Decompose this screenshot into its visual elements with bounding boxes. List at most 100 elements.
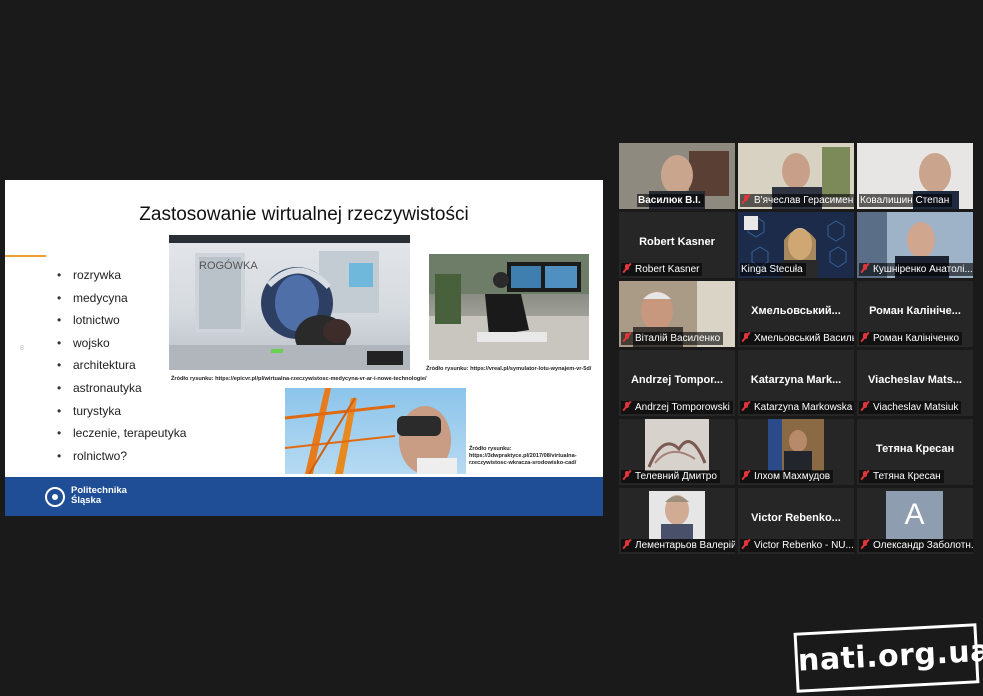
participant-big-name: Тетяна Кресан [875,443,955,455]
participant-name-label: Kinga Stecuła [740,263,806,276]
participant-tile[interactable]: Лементарьов Валерій [619,488,735,554]
muted-mic-icon [622,332,632,342]
participant-tile[interactable]: Ковалишин Степан [857,143,973,209]
slide-number: 8 [20,345,24,352]
participant-tile[interactable]: Andrzej Tompor... Andrzej Tomporowski [619,350,735,416]
bullet-item: rozrywka [57,264,186,287]
participant-name-label: Лементарьов Валерій [621,539,735,552]
participant-name-label: Ковалишин Степан [859,194,953,207]
participant-name: Victor Rebenko - NU... [754,540,854,551]
muted-mic-icon [860,539,870,549]
bullet-item: medycyna [57,287,186,310]
participant-name-label: Василюк В.І. [637,194,704,207]
participant-name: Ковалишин Степан [860,195,950,206]
participant-tile[interactable]: В'ячеслав Герасимен... [738,143,854,209]
participant-big-name: Robert Kasner [639,236,715,248]
participant-name-label: Хмельовський Василь [740,332,854,345]
participant-name-label: Victor Rebenko - NU... [740,539,854,552]
title-accent-line [5,255,46,257]
university-logo-text: Politechnika Śląska [71,486,127,506]
muted-mic-icon [622,539,632,549]
bullet-item: architektura [57,354,186,377]
participant-name: Лементарьов Валерій [635,540,735,551]
muted-mic-icon [741,332,751,342]
bullet-item: lotnictwo [57,309,186,332]
participant-tile[interactable]: Телевний Дмитро [619,419,735,485]
participant-name: Тетяна Кресан [873,471,941,482]
vr-sign-text: ROGÓWKA [199,259,258,272]
muted-mic-icon [622,470,632,480]
participant-name: Віталій Василенко [635,333,721,344]
participant-name-label: Роман Калініченко [859,332,963,345]
participant-name: Василюк В.І. [638,195,701,206]
participant-big-name: Роман Калініче... [869,305,961,317]
flight-simulator-caption: Źródło rysunku: https://vreal.pl/symulat… [426,366,592,372]
participant-tile[interactable]: Robert Kasner Robert Kasner [619,212,735,278]
crane-vr-image [285,388,466,474]
logo-line-2: Śląska [71,495,102,506]
participant-name: Andrzej Tomporowski [635,402,730,413]
muted-mic-icon [860,332,870,342]
participant-name-label: Viacheslav Matsiuk [859,401,962,414]
watermark-text: nati.org.ua [797,633,983,679]
muted-mic-icon [622,401,632,411]
participant-name-label: В'ячеслав Герасимен... [740,194,854,207]
participant-big-name: Katarzyna Mark... [750,374,842,386]
participant-name-label: Тетяна Кресан [859,470,944,483]
muted-mic-icon [741,470,751,480]
participant-name: Katarzyna Markowska [754,402,853,413]
bullet-item: wojsko [57,332,186,355]
participant-name: Kinga Stecuła [741,264,803,275]
participant-name: Олександр Заболотн... [873,540,973,551]
muted-mic-icon [741,194,751,204]
muted-mic-icon [860,401,870,411]
participant-tile[interactable]: A Олександр Заболотн... [857,488,973,554]
participant-tile[interactable]: Хмельовський... Хмельовський Василь [738,281,854,347]
muted-mic-icon [860,263,870,273]
participant-name: В'ячеслав Герасимен... [754,195,854,206]
bullet-item: turystyka [57,400,186,423]
participant-big-name: Victor Rebenko... [751,512,841,524]
participant-name-label: Віталій Василенко [621,332,724,345]
participant-name: Viacheslav Matsiuk [873,402,959,413]
participant-tile[interactable]: Тетяна Кресан Тетяна Кресан [857,419,973,485]
participant-tile[interactable]: Роман Калініче... Роман Калініченко [857,281,973,347]
participant-name: Robert Kasner [635,264,700,275]
participant-tile[interactable]: Ілхом Махмудов [738,419,854,485]
participant-tile-active-speaker[interactable]: Kinga Stecuła [738,212,854,278]
participant-name: Роман Калініченко [873,333,960,344]
participant-name-label: Andrzej Tomporowski [621,401,733,414]
bullet-item: rolnictwo? [57,445,186,468]
shared-slide: Zastosowanie wirtualnej rzeczywistości 8… [5,180,603,516]
participant-tile[interactable]: Кушніренко Анатолі... [857,212,973,278]
flight-simulator-image [429,254,589,360]
bullet-item: astronautyka [57,377,186,400]
participant-name-label: Кушніренко Анатолі... [859,263,973,276]
participant-tile[interactable]: Віталій Василенко [619,281,735,347]
participant-name-label: Телевний Дмитро [621,470,720,483]
participant-name: Кушніренко Анатолі... [873,264,973,275]
muted-mic-icon [741,401,751,411]
muted-mic-icon [860,470,870,480]
participant-name: Ілхом Махмудов [754,471,831,482]
participant-name: Хмельовський Василь [754,333,854,344]
participant-name-label: Олександр Заболотн... [859,539,973,552]
participant-tile[interactable]: Katarzyna Mark... Katarzyna Markowska [738,350,854,416]
vr-surgery-caption: Źródło rysunku: https://epicvr.pl/pl/wir… [171,376,427,382]
participant-name-label: Ілхом Махмудов [740,470,834,483]
participant-tile[interactable]: Василюк В.І. [619,143,735,209]
vr-surgery-image: ROGÓWKA [169,235,410,370]
participant-tile[interactable]: Viacheslav Mats... Viacheslav Matsiuk [857,350,973,416]
participant-big-name: Viacheslav Mats... [868,374,962,386]
participant-big-name: Хмельовський... [751,305,841,317]
bullet-list: rozrywka medycyna lotnictwo wojsko archi… [57,264,186,467]
crane-vr-caption: Źródło rysunku: https://3dwpraktyce.pl/2… [469,446,577,466]
participant-name: Телевний Дмитро [635,471,717,482]
participant-tile[interactable]: Victor Rebenko... Victor Rebenko - NU... [738,488,854,554]
participant-name-label: Katarzyna Markowska [740,401,854,414]
muted-mic-icon [741,539,751,549]
participant-name-label: Robert Kasner [621,263,703,276]
slide-title: Zastosowanie wirtualnej rzeczywistości [139,204,469,225]
watermark-logo: nati.org.ua [793,623,983,693]
participant-big-name: Andrzej Tompor... [630,374,724,386]
